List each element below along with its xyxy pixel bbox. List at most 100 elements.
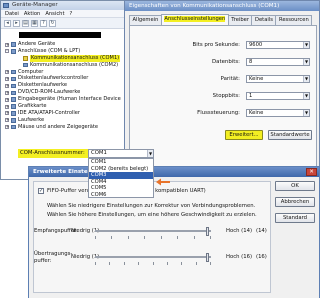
device-category-icon	[11, 76, 16, 82]
tab-ressourcen[interactable]: Ressourcen	[275, 15, 313, 25]
com-number-label-highlight: COM-Anschlussnummer:	[18, 149, 88, 158]
menu-datei[interactable]: Datei	[5, 10, 19, 17]
tree-item[interactable]: + Diskettenlaufwerkcontroller	[1, 75, 136, 82]
parity-select[interactable]: Keine ▼	[246, 75, 310, 83]
tree-item[interactable]: + Grafikkarte	[1, 103, 136, 110]
properties-tabs: Allgemein Anschlusseinstellungen Treiber…	[129, 14, 313, 25]
expand-icon[interactable]: +	[5, 70, 9, 75]
device-category-icon	[11, 42, 16, 47]
tree-item[interactable]: + Laufwerke	[1, 117, 136, 124]
transmit-slider-ticks	[95, 262, 211, 265]
tree-item[interactable]: Kommunikationsanschluss (COM2)	[1, 61, 136, 69]
collapse-icon[interactable]: -	[5, 49, 9, 54]
com-option[interactable]: COM6	[89, 192, 153, 197]
expand-icon[interactable]: +	[5, 125, 9, 130]
expand-icon[interactable]: +	[5, 76, 9, 81]
data-bits-select[interactable]: 8 ▼	[246, 58, 310, 66]
com-option[interactable]: COM4	[89, 179, 153, 186]
tree-item[interactable]: - Anschlüsse (COM & LPT)	[1, 47, 136, 55]
tree-item-label: DVD/CD-ROM-Laufwerke	[18, 89, 81, 96]
properties-icon[interactable]: ▦	[31, 20, 38, 27]
device-category-icon	[11, 83, 16, 89]
help-icon[interactable]: ?	[40, 20, 47, 27]
tree-item-label: Mäuse und andere Zeigegeräte	[18, 123, 99, 130]
receive-buffer-slider[interactable]	[95, 227, 211, 239]
tree-item-label: Andere Geräte	[18, 41, 56, 47]
hint-lower-settings: Wählen Sie niedrigere Einstellungen zur …	[47, 203, 256, 209]
tree-item[interactable]: + Diskettenlaufwerke	[1, 82, 136, 89]
tab-details[interactable]: Details	[251, 15, 277, 25]
defaults-button[interactable]: Standardwerte	[268, 130, 312, 140]
menu-ansicht[interactable]: Ansicht	[45, 10, 64, 17]
tree-item[interactable]: + Eingabegeräte (Human Interface Device	[1, 96, 136, 103]
tree-item[interactable]: + Andere Geräte	[1, 41, 136, 48]
tree-item-label: Computer	[18, 68, 44, 75]
tab-treiber[interactable]: Treiber	[227, 15, 253, 25]
device-manager-icon	[3, 3, 9, 8]
transmit-high-label: Hoch (16)	[226, 254, 253, 260]
close-icon[interactable]: ✕	[306, 168, 317, 176]
stop-bits-select[interactable]: 1 ▼	[246, 92, 310, 100]
com-option[interactable]: COM1	[89, 159, 153, 166]
tree-item[interactable]: + Mäuse und andere Zeigegeräte	[1, 123, 136, 131]
tree-item-label: Kommunikationsanschluss (COM1)	[30, 54, 121, 62]
tree-item[interactable]: + IDE ATA/ATAPI-Controller	[1, 110, 136, 117]
pointer-arrow-icon	[156, 178, 170, 186]
transmit-slider-thumb[interactable]	[206, 253, 209, 262]
transmit-buffer-slider[interactable]	[95, 253, 211, 265]
stop-bits-value: 1	[249, 93, 253, 99]
scan-hardware-icon[interactable]: ↻	[49, 20, 56, 27]
standard-button[interactable]: Standard	[275, 213, 315, 223]
tree-item-label: Grafikkarte	[18, 103, 47, 110]
com-option[interactable]: COM5	[89, 185, 153, 192]
device-category-icon	[11, 104, 16, 109]
cancel-button[interactable]: Abbrechen	[275, 197, 315, 207]
tree-item-label: Eingabegeräte (Human Interface Device	[18, 96, 121, 103]
expand-icon[interactable]: +	[5, 104, 9, 109]
computer-name-redacted	[19, 32, 101, 38]
menu-help[interactable]: ?	[70, 10, 73, 17]
com-option[interactable]: COM2 (bereits belegt)	[89, 166, 153, 173]
tree-item[interactable]: Kommunikationsanschluss (COM1)	[1, 54, 136, 62]
expand-icon[interactable]: +	[5, 83, 9, 88]
com-option[interactable]: COM3	[89, 172, 153, 179]
hint-higher-settings: Wählen Sie höhere Einstellungen, um eine…	[47, 212, 257, 218]
fifo-checkbox[interactable]: ✓	[38, 188, 44, 194]
tree-item[interactable]: + DVD/CD-ROM-Laufwerke	[1, 89, 136, 96]
menu-aktion[interactable]: Aktion	[24, 10, 41, 17]
baud-rate-select[interactable]: 9600 ▼	[246, 41, 310, 49]
parity-label: Parität:	[220, 76, 240, 82]
flow-control-select[interactable]: Keine ▼	[246, 109, 310, 117]
tree-item-label: Anschlüsse (COM & LPT)	[18, 47, 81, 54]
tab-anschlusseinstellungen[interactable]: Anschlusseinstellungen	[160, 14, 229, 25]
stop-bits-row: Stoppbits: 1 ▼	[130, 92, 316, 102]
com-number-select[interactable]: COM1 ▼	[88, 149, 154, 158]
transmit-buffer-label-1: Übertragungs-	[34, 251, 73, 257]
expand-icon[interactable]: +	[5, 111, 9, 116]
data-bits-label: Datenbits:	[212, 59, 240, 65]
device-manager-toolbar: ◂ ▸ ▤ ▦ ? ↻	[1, 18, 136, 29]
com-number-dropdown-list: COM1 COM2 (bereits belegt) COM3 COM4 COM5 COM…	[88, 158, 154, 198]
expand-icon[interactable]: +	[5, 90, 9, 95]
com-properties-title: Eigenschaften von Kommunikationsanschlus…	[129, 3, 280, 9]
advanced-button[interactable]: Erweitert...	[225, 130, 263, 140]
expand-icon[interactable]: +	[5, 42, 9, 47]
forward-arrow-icon[interactable]: ▸	[13, 20, 20, 27]
device-manager-title: Geräte-Manager	[12, 2, 58, 8]
data-bits-row: Datenbits: 8 ▼	[130, 58, 316, 68]
receive-slider-thumb[interactable]	[206, 227, 209, 236]
tree-item-label: Diskettenlaufwerkcontroller	[18, 75, 89, 82]
device-category-icon	[11, 124, 16, 130]
device-category-icon	[11, 97, 16, 102]
data-bits-value: 8	[249, 59, 253, 65]
back-arrow-icon[interactable]: ◂	[4, 20, 11, 27]
tree-view-icon[interactable]: ▤	[22, 20, 29, 27]
expand-icon[interactable]: +	[5, 97, 9, 102]
expand-icon[interactable]: +	[5, 118, 9, 123]
receive-high-label: Hoch (14)	[226, 228, 253, 234]
ok-button[interactable]: OK	[275, 181, 315, 191]
tree-item[interactable]: + Computer	[1, 68, 136, 76]
parity-value: Keine	[249, 76, 264, 82]
tree-item-label: Kommunikationsanschluss (COM2)	[30, 61, 119, 68]
tab-allgemein[interactable]: Allgemein	[129, 15, 162, 25]
